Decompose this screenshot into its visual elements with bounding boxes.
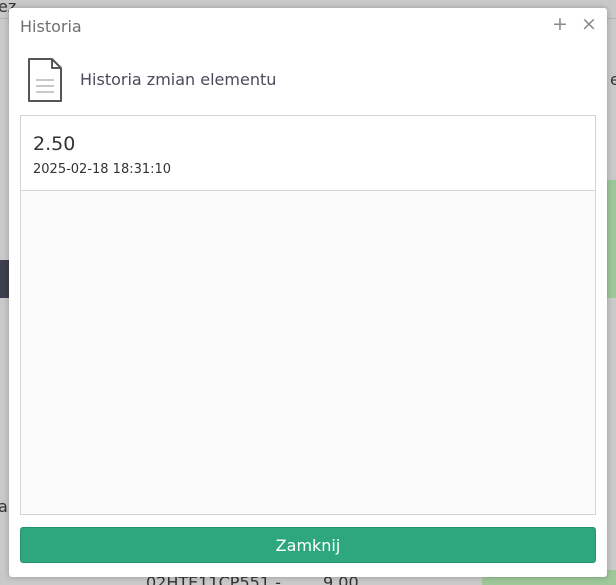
history-list: 2.50 2025-02-18 18:31:10 — [20, 115, 596, 515]
history-dialog: Historia + × Historia zmian elementu 2.5… — [9, 8, 607, 577]
dialog-title: Historia — [20, 17, 82, 36]
background-text-fragment: e — [610, 70, 616, 89]
close-icon[interactable]: × — [579, 12, 599, 36]
history-entry-value: 2.50 — [33, 133, 76, 155]
close-button[interactable]: Zamknij — [20, 527, 596, 563]
history-entry-date: 2025-02-18 18:31:10 — [33, 162, 172, 177]
document-icon — [28, 58, 62, 102]
list-item[interactable]: 2.50 2025-02-18 18:31:10 — [21, 116, 595, 191]
background-dark-row — [0, 260, 9, 298]
expand-icon[interactable]: + — [550, 12, 570, 36]
dialog-header-text: Historia zmian elementu — [80, 70, 277, 89]
background-green-cell — [607, 180, 616, 298]
